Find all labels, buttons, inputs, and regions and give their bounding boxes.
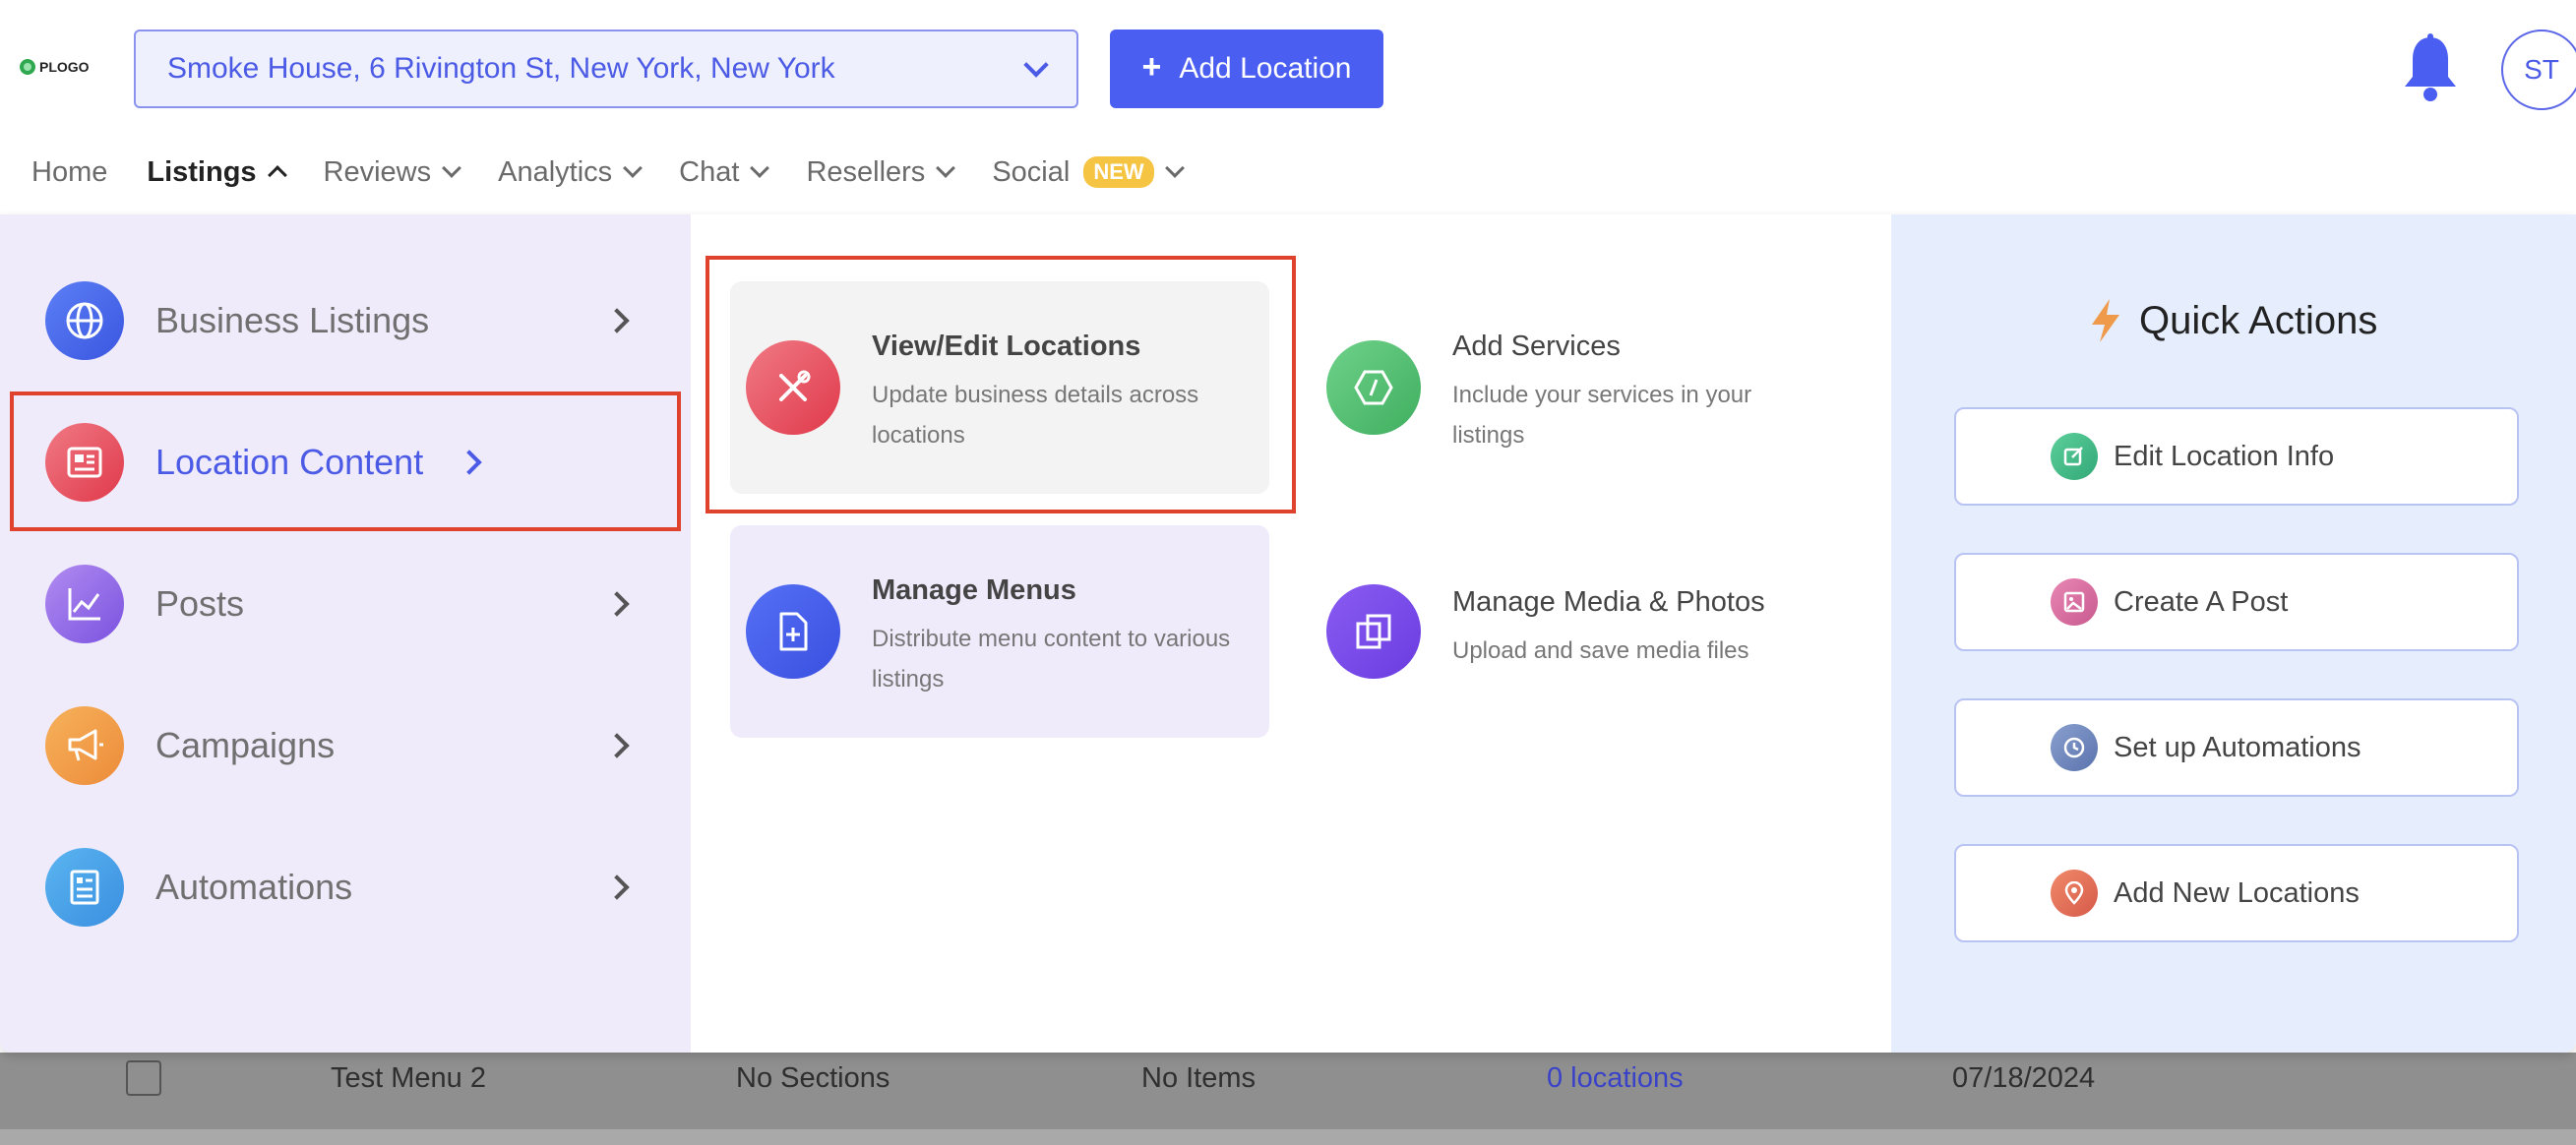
lightning-icon (2092, 299, 2119, 342)
chevron-down-icon (1023, 52, 1049, 78)
nav-chat[interactable]: Chat (679, 155, 770, 189)
quick-actions-title: Quick Actions (2139, 298, 2378, 342)
card-title: Manage Media & Photos (1452, 586, 1765, 618)
card-description: Upload and save media files (1452, 637, 1749, 664)
quick-action-label: Edit Location Info (2114, 440, 2335, 472)
nav-chat-label: Chat (679, 155, 740, 188)
table-row[interactable]: Test Menu 2 No Sections No Items 0 locat… (0, 1053, 2576, 1135)
chevron-right-icon (604, 591, 630, 617)
nav-analytics[interactable]: Analytics (498, 155, 644, 189)
chevron-down-icon (936, 158, 956, 178)
sections-cell: No Sections (736, 1062, 890, 1094)
file-plus-icon (746, 584, 840, 679)
set-up-automations-button[interactable]: Set up Automations (1954, 698, 2519, 797)
card-description: Distribute menu content to various listi… (872, 626, 1231, 693)
table-divider (0, 1129, 2576, 1145)
nav-social[interactable]: Social NEW (992, 155, 1185, 189)
create-post-button[interactable]: Create A Post (1954, 553, 2519, 651)
nav-home[interactable]: Home (31, 156, 107, 189)
copy-icon (1326, 584, 1421, 679)
chevron-down-icon (1164, 158, 1185, 178)
add-location-button[interactable]: + Add Location (1110, 30, 1383, 108)
chevron-right-icon (604, 874, 630, 900)
nav-reviews-label: Reviews (323, 155, 432, 188)
logo-icon (20, 59, 35, 75)
image-icon (2051, 578, 2098, 626)
form-icon (45, 848, 124, 927)
menu-name-cell: Test Menu 2 (331, 1062, 486, 1094)
card-title: Add Services (1452, 331, 1621, 362)
sidebar-item-campaigns[interactable]: Campaigns (45, 704, 636, 787)
sidebar-item-label: Campaigns (155, 725, 336, 765)
edit-icon (2051, 433, 2098, 480)
sidebar-item-automations[interactable]: Automations (45, 846, 636, 929)
listings-sidebar: Business Listings Location Content Posts… (0, 214, 691, 1053)
manage-media-card[interactable]: Manage Media & Photos Upload and save me… (1311, 525, 1850, 738)
listings-mega-menu: Business Listings Location Content Posts… (0, 214, 2576, 1053)
chevron-down-icon (442, 158, 462, 178)
brand-logo[interactable]: PLOGO (20, 59, 90, 75)
quick-action-label: Create A Post (2114, 585, 2289, 618)
nav-listings[interactable]: Listings (147, 155, 287, 189)
sidebar-item-posts[interactable]: Posts (45, 563, 636, 645)
chevron-up-icon (267, 165, 287, 185)
card-title: Manage Menus (872, 574, 1076, 606)
quick-action-label: Set up Automations (2114, 731, 2361, 763)
pin-icon (2051, 870, 2098, 917)
items-cell: No Items (1141, 1062, 1257, 1094)
logo-text: PLOGO (39, 59, 90, 75)
main-nav: Home Listings Reviews Analytics Chat Res… (31, 148, 1185, 197)
quick-actions-heading: Quick Actions (2088, 297, 2377, 344)
chevron-down-icon (750, 158, 770, 178)
chevron-down-icon (623, 158, 644, 178)
nav-social-label: Social (992, 155, 1071, 188)
nav-resellers[interactable]: Resellers (806, 155, 956, 189)
nav-reviews[interactable]: Reviews (323, 155, 462, 189)
add-new-locations-button[interactable]: Add New Locations (1954, 844, 2519, 942)
quick-actions-panel: Quick Actions Edit Location Info Create … (1891, 214, 2576, 1053)
location-select-value: Smoke House, 6 Rivington St, New York, N… (167, 52, 835, 85)
locations-link[interactable]: 0 locations (1547, 1062, 1684, 1095)
top-header: PLOGO Smoke House, 6 Rivington St, New Y… (0, 0, 2576, 188)
clock-icon (2051, 724, 2098, 771)
sidebar-item-label: Posts (155, 583, 245, 624)
chevron-right-icon (604, 308, 630, 333)
add-services-card[interactable]: Add Services Include your services in yo… (1311, 281, 1850, 494)
megaphone-icon (45, 706, 124, 785)
new-badge: NEW (1083, 156, 1154, 188)
quick-action-label: Add New Locations (2114, 876, 2360, 909)
location-select[interactable]: Smoke House, 6 Rivington St, New York, N… (134, 30, 1078, 108)
globe-icon (45, 281, 124, 360)
hexagon-icon (1326, 340, 1421, 435)
nav-listings-label: Listings (147, 155, 257, 188)
nav-resellers-label: Resellers (806, 155, 926, 188)
sidebar-item-label: Business Listings (155, 300, 430, 340)
card-highlight (705, 256, 1296, 513)
edit-location-info-button[interactable]: Edit Location Info (1954, 407, 2519, 506)
chevron-right-icon (604, 733, 630, 758)
nav-analytics-label: Analytics (498, 155, 613, 188)
bell-icon[interactable] (2401, 33, 2460, 104)
plus-icon: + (1141, 47, 1162, 86)
sidebar-item-business-listings[interactable]: Business Listings (45, 279, 636, 362)
row-checkbox[interactable] (126, 1060, 161, 1096)
chart-icon (45, 565, 124, 643)
nav-home-label: Home (31, 155, 108, 188)
date-cell: 07/18/2024 (1952, 1062, 2096, 1094)
active-item-highlight (10, 392, 681, 531)
card-description: Include your services in your listings (1452, 382, 1752, 449)
user-avatar[interactable]: ST (2501, 30, 2576, 110)
add-location-label: Add Location (1179, 52, 1352, 85)
manage-menus-card[interactable]: Manage Menus Distribute menu content to … (730, 525, 1269, 738)
sidebar-item-label: Automations (155, 867, 353, 907)
